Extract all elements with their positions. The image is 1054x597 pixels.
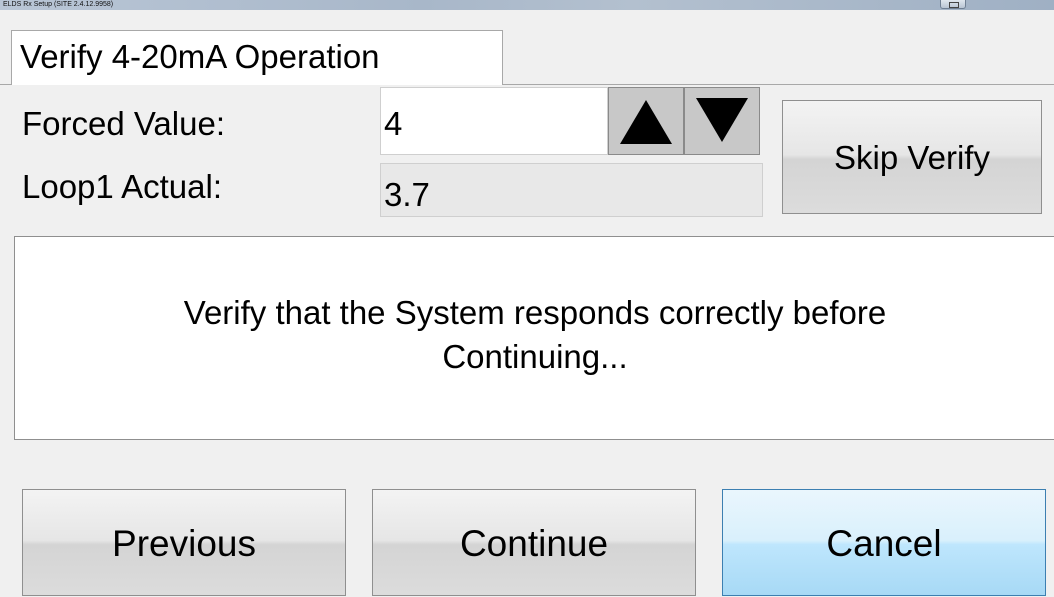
cancel-button[interactable]: Cancel bbox=[722, 489, 1046, 596]
previous-button[interactable]: Previous bbox=[22, 489, 346, 596]
skip-verify-button[interactable]: Skip Verify bbox=[782, 100, 1042, 214]
loop1-actual-label: Loop1 Actual: bbox=[22, 168, 222, 205]
restore-window-icon[interactable] bbox=[940, 0, 966, 9]
increment-button[interactable] bbox=[608, 87, 684, 155]
decrement-button[interactable] bbox=[684, 87, 760, 155]
message-text: Verify that the System responds correctl… bbox=[15, 291, 1054, 379]
message-line-2: Continuing... bbox=[442, 338, 628, 375]
triangle-up-icon bbox=[620, 100, 672, 144]
tab-verify-operation[interactable]: Verify 4-20mA Operation bbox=[11, 30, 503, 85]
loop1-actual-value: 3.7 bbox=[380, 163, 763, 217]
forced-value-field[interactable]: 4 bbox=[380, 87, 608, 155]
message-box: Verify that the System responds correctl… bbox=[14, 236, 1054, 440]
forced-value-label: Forced Value: bbox=[22, 105, 225, 142]
window-title: ELDS Rx Setup (SITE 2.4.12.9958) bbox=[3, 1, 114, 8]
triangle-down-icon bbox=[696, 98, 748, 142]
title-bar: ELDS Rx Setup (SITE 2.4.12.9958) bbox=[0, 0, 1054, 10]
continue-button[interactable]: Continue bbox=[372, 489, 696, 596]
message-line-1: Verify that the System responds correctl… bbox=[183, 294, 887, 331]
